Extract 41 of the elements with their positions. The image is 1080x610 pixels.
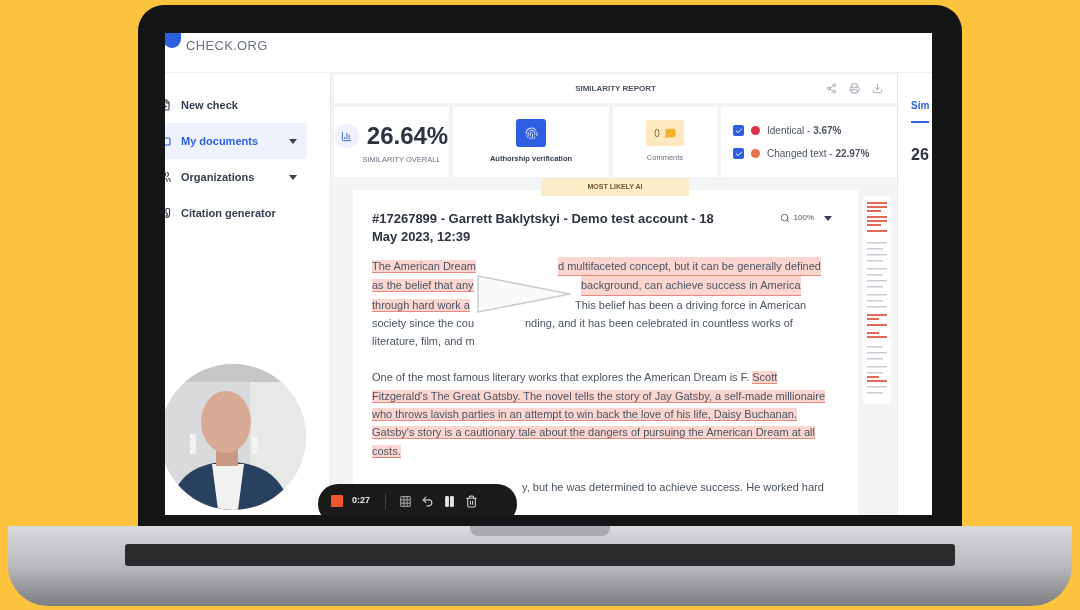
sidebar-item[interactable]: My documents (165, 123, 307, 159)
text-fragment: as the belief that any (372, 279, 474, 293)
zoom-control[interactable]: 100% (779, 212, 832, 224)
text-fragment: literature, film, and m (372, 335, 475, 348)
pause-icon[interactable] (443, 494, 456, 508)
fingerprint-icon (524, 126, 538, 140)
text-fragment: society since the cou (372, 316, 475, 329)
text-fragment: The American Dream (372, 260, 476, 273)
download-icon[interactable] (872, 83, 883, 94)
text-fragment: y, but he was determined to achieve success. He worked hard (522, 480, 824, 493)
share-icon[interactable] (826, 83, 837, 94)
print-icon[interactable] (849, 83, 860, 94)
recording-time: 0:27 (352, 494, 370, 508)
grid-icon[interactable] (399, 494, 412, 508)
side-tab[interactable]: Sim (911, 98, 930, 123)
text-fragment: This belief has been a driving force in American (575, 297, 807, 313)
undo-icon[interactable] (421, 494, 434, 508)
sidebar-item[interactable]: New check (165, 87, 307, 123)
chart-icon (334, 124, 359, 149)
filter-checkbox[interactable] (733, 125, 744, 136)
text-fragment: nding, and it has been celebrated in countless works of (525, 315, 793, 331)
caret-icon (824, 215, 832, 221)
filter-label: Changed text - 22.97% (767, 147, 870, 161)
text-fragment: through hard work a (372, 298, 470, 312)
comments-button[interactable]: 0 (646, 120, 684, 147)
filter-label: Identical - 3.67% (767, 124, 842, 138)
logo-text: CHECK.ORG (186, 36, 268, 55)
side-score: 26 (911, 145, 930, 165)
text-fragment: d multifaceted concept, but it can be generally defined (558, 257, 821, 277)
authorship-button[interactable] (516, 119, 546, 148)
trash-icon[interactable] (465, 494, 478, 508)
comment-icon (664, 127, 676, 139)
similarity-score: 26.64% (366, 121, 449, 152)
filter-checkbox[interactable] (733, 148, 744, 159)
sidebar-item[interactable]: Organizations (165, 159, 307, 195)
sidebar-item[interactable]: Citation generator (165, 195, 307, 231)
search-icon (779, 213, 790, 223)
document-title: #17267899 - Garrett Baklytskyi - Demo test account - 18 May 2023, 12:39 (372, 210, 715, 246)
report-title: SIMILARITY REPORT (575, 83, 656, 95)
text-fragment: background, can achieve success in America (581, 276, 801, 296)
paragraph: One of the most famous literary works that explores the American Dream is F. Scott Fitzgerald's The Great Gatsby. The novel tells the story of Jay Gatsby, a self-made millionaire who throws lavish parties in an attempt to win back the love of his life, Daisy Buchanan. Gatsby's story is a cautionary tale about the dangers of pursuing the American Dream at all costs. (372, 370, 827, 460)
